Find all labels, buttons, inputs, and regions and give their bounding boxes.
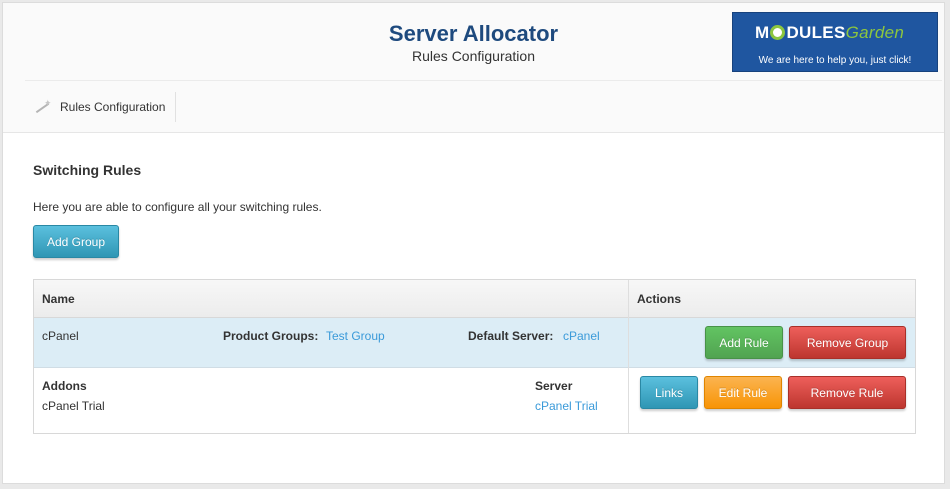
default-server-link[interactable]: cPanel <box>563 329 600 343</box>
server-label: Server <box>535 379 573 393</box>
product-groups-link[interactable]: Test Group <box>326 329 385 343</box>
page-header: Server Allocator Rules Configuration M DU… <box>3 3 944 133</box>
logo-o-icon <box>770 25 786 40</box>
remove-group-button[interactable]: Remove Group <box>789 326 906 359</box>
logo-wordmark: M DULESGarden <box>755 23 905 42</box>
nav-item-rules-configuration[interactable]: ✦ Rules Configuration <box>25 92 177 122</box>
addons-label: Addons <box>42 379 87 393</box>
product-groups-label: Product Groups: <box>223 329 319 343</box>
logo-tagline: We are here to help you, just click! <box>758 55 912 66</box>
section-description: Here you are able to configure all your … <box>33 200 322 214</box>
addons-value: cPanel Trial <box>42 399 105 413</box>
section-title: Switching Rules <box>33 162 142 178</box>
group-name: cPanel <box>42 329 79 343</box>
default-server-label: Default Server: <box>468 329 554 343</box>
links-button[interactable]: Links <box>640 376 698 409</box>
edit-rule-button[interactable]: Edit Rule <box>704 376 782 409</box>
nav-item-label: Rules Configuration <box>60 100 166 114</box>
group-row: cPanel Product Groups: Test Group Defaul… <box>34 318 915 368</box>
rules-table: Name Actions cPanel Product Groups: Test… <box>33 279 916 434</box>
column-header-actions: Actions <box>637 292 682 306</box>
add-rule-button[interactable]: Add Rule <box>705 326 783 359</box>
magic-wand-icon: ✦ <box>34 99 52 115</box>
server-link[interactable]: cPanel Trial <box>535 399 598 413</box>
column-header-name: Name <box>42 292 75 306</box>
add-group-button[interactable]: Add Group <box>33 225 119 258</box>
modulesgarden-logo[interactable]: M DULESGarden We are here to help you, ju… <box>732 12 938 72</box>
rule-row: Addons cPanel Trial Server cPanel Trial … <box>34 368 915 433</box>
remove-rule-button[interactable]: Remove Rule <box>788 376 906 409</box>
nav-bar: ✦ Rules Configuration <box>25 80 942 132</box>
app-frame: Server Allocator Rules Configuration M DU… <box>2 2 945 484</box>
column-divider <box>628 280 629 433</box>
table-header: Name Actions <box>34 280 915 318</box>
